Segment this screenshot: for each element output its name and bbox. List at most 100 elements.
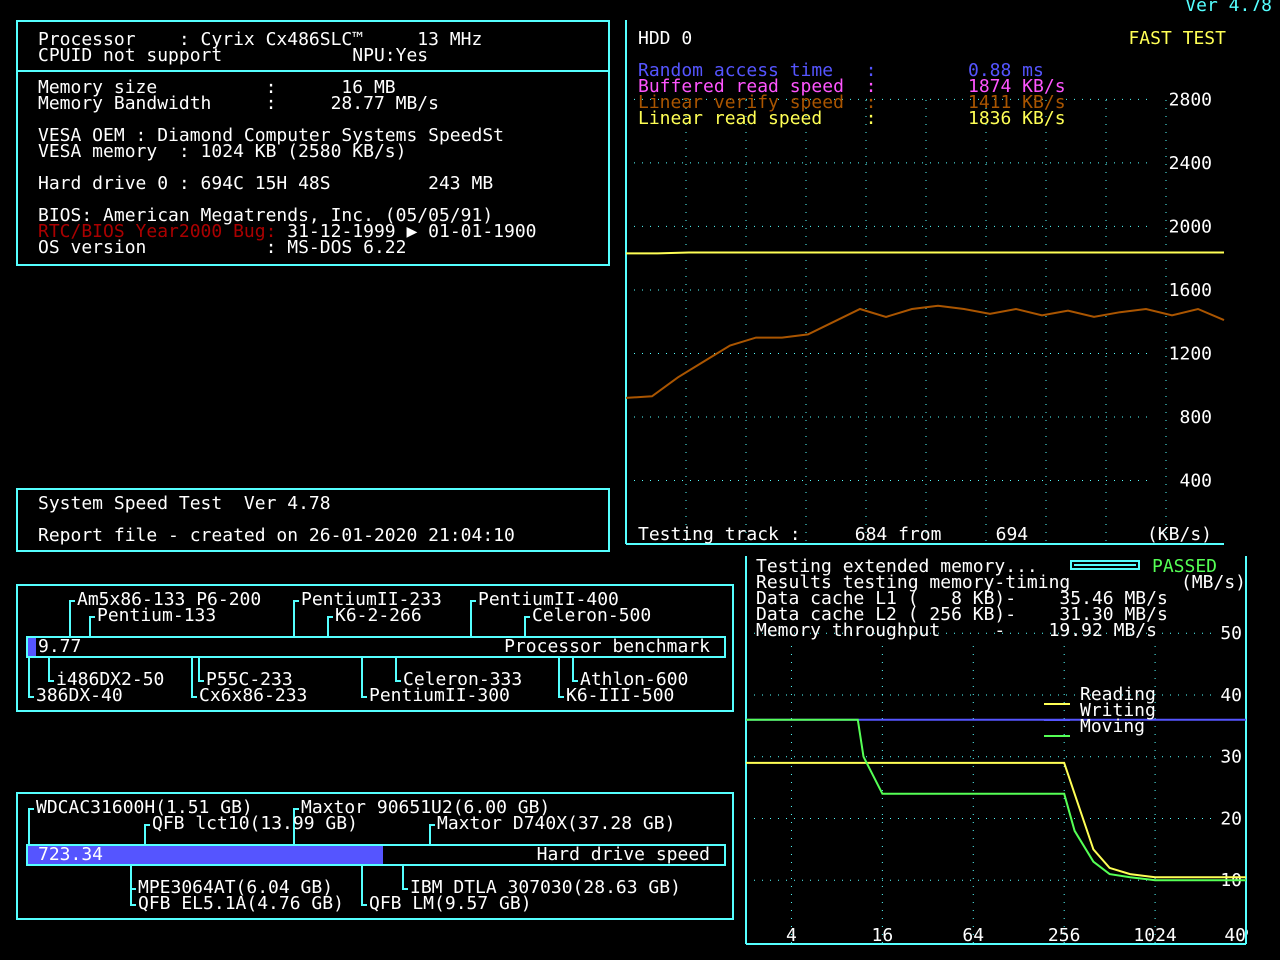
report-panel: System Speed Test Ver 4.78 Report file -… xyxy=(16,488,610,552)
cpu_bench-marker-tick xyxy=(558,696,564,698)
hdd_bench-marker-tick xyxy=(130,904,136,906)
hdd_bench-marker-tick xyxy=(28,808,34,810)
cpu_bench-marker-tick xyxy=(558,658,560,696)
hdd_bench-value: 723.34 xyxy=(38,844,104,865)
hdd_bench-marker-tick xyxy=(293,808,299,810)
cpu_bench-value: 9.77 xyxy=(38,636,82,657)
cpu_bench-marker-label: K6-2-266 xyxy=(335,605,422,626)
hdd-chart-panel: 2800 2400 2000 1600 1200 800 400 HDD 0 FAST TE… xyxy=(624,20,1230,548)
hdd_bench-bar-frame: 723.34 Hard drive speed xyxy=(26,844,726,866)
cpu_bench-label: Processor benchmark xyxy=(504,636,710,657)
cpu_bench-marker-tick xyxy=(572,658,574,680)
cpu_bench-marker-tick xyxy=(89,616,95,618)
testing-track: Testing track : 684 from 694 xyxy=(638,524,1029,545)
os-line: OS version : MS-DOS 6.22 xyxy=(38,237,407,258)
cpu-benchmark-scale: 9.77 Processor benchmark Am5x86-133 P6-200… xyxy=(26,586,726,710)
cpuid-line: CPUID not support NPU:Yes xyxy=(38,45,429,66)
cpu_bench-marker-label: Cx6x86-233 xyxy=(199,685,308,706)
report-title: System Speed Test Ver 4.78 xyxy=(38,493,331,514)
cpu_bench-marker-tick xyxy=(361,658,363,696)
hdd-legend-label: Linear read speed : xyxy=(638,108,877,129)
hdd-series-line xyxy=(626,251,1224,255)
hdd-series-line xyxy=(625,304,1225,399)
hdd_bench-marker-label: Maxtor D740X(37.28 GB) xyxy=(437,813,676,834)
memory-y-tick: 20 xyxy=(1220,808,1242,829)
hdd_bench-marker-tick xyxy=(361,866,363,904)
hdd_bench-marker-tick xyxy=(402,866,404,888)
cpu-benchmark-panel: 9.77 Processor benchmark Am5x86-133 P6-200… xyxy=(16,584,734,712)
hdd-legend-value: 1836 KB/s xyxy=(968,108,1066,129)
memory-throughput-line: Memory throughput - 19.92 MB/s xyxy=(756,620,1157,641)
hdd_bench-marker-label: QFB lct10(13.99 GB) xyxy=(152,813,358,834)
memory-series-line xyxy=(746,718,1246,882)
cpu_bench-marker-tick xyxy=(28,658,30,696)
hdd-y-tick: 2400 xyxy=(1169,153,1212,174)
cpu_bench-marker-tick xyxy=(191,696,197,698)
cpu_bench-marker-tick xyxy=(293,600,295,636)
memory-legend-swatch xyxy=(1044,719,1070,721)
memory-chart-panel: 50403020104166425610244096 Testing exten… xyxy=(744,556,1248,948)
memory-y-tick: 30 xyxy=(1220,747,1242,768)
memory-y-tick: 50 xyxy=(1220,623,1242,644)
hard-drive-line: Hard drive 0 : 694C 15H 48S 243 MB xyxy=(38,173,494,194)
cpu_bench-marker-tick xyxy=(395,680,401,682)
cpu_bench-marker-tick xyxy=(69,600,71,636)
cpu_bench-marker-label: K6-III-500 xyxy=(566,685,675,706)
hdd-benchmark-panel: 723.34 Hard drive speed WDCAC31600H(1.51 G… xyxy=(16,792,734,920)
hdd_bench-marker-label: QFB EL5.1A(4.76 GB) xyxy=(138,893,344,914)
memory-x-tick: 256 xyxy=(1048,925,1081,946)
cpu_bench-marker-tick xyxy=(327,616,329,636)
divider xyxy=(18,70,608,72)
hdd-y-tick: 800 xyxy=(1179,407,1212,428)
memory-y-tick: 40 xyxy=(1220,685,1242,706)
cpu_bench-marker-tick xyxy=(89,616,91,636)
hdd-unit: (KB/s) xyxy=(1146,524,1212,545)
vesa-memory-line: VESA memory : 1024 KB (2580 KB/s) xyxy=(38,141,407,162)
cpu_bench-bar-fill xyxy=(28,638,37,656)
report-created: Report file - created on 26-01-2020 21:0… xyxy=(38,525,515,546)
hdd_bench-marker-tick xyxy=(361,904,367,906)
cpu_bench-marker-tick xyxy=(198,658,200,680)
cpu_bench-marker-tick xyxy=(572,680,578,682)
hdd-chart-title: HDD 0 xyxy=(638,28,693,49)
cpu_bench-marker-tick xyxy=(470,600,472,636)
cpu_bench-marker-tick xyxy=(524,616,530,618)
cpu_bench-marker-tick xyxy=(69,600,75,602)
cpu_bench-marker-tick xyxy=(327,616,333,618)
cpu_bench-marker-tick xyxy=(524,616,526,636)
fast-test-label: FAST TEST xyxy=(1128,28,1226,49)
memory-x-tick: 4096 xyxy=(1224,925,1248,946)
memory-unit: (MB/s) xyxy=(1180,572,1246,593)
cpu_bench-marker-tick xyxy=(191,658,193,696)
memory-x-tick: 4 xyxy=(786,925,797,946)
cpu_bench-marker-tick xyxy=(361,696,367,698)
memory-legend-swatch xyxy=(1044,735,1070,737)
cpu_bench-marker-tick xyxy=(28,696,34,698)
hdd-y-tick: 400 xyxy=(1179,470,1212,491)
system-info-panel: Processor : Cyrix Cx486SLC™ 13 MHz CPUID… xyxy=(16,20,610,266)
hdd-y-tick: 2000 xyxy=(1169,216,1212,237)
hdd_bench-label: Hard drive speed xyxy=(536,844,710,865)
hdd_bench-marker-tick xyxy=(402,888,408,890)
hdd_bench-marker-tick xyxy=(130,866,132,904)
version-label: Ver 4.78 xyxy=(1185,0,1272,16)
hdd_bench-marker-tick xyxy=(28,808,30,844)
cpu_bench-marker-label: 386DX-40 xyxy=(36,685,123,706)
cpu_bench-marker-label: Celeron-500 xyxy=(532,605,652,626)
memory-x-tick: 16 xyxy=(872,925,894,946)
cpu_bench-marker-tick xyxy=(395,658,397,680)
hdd-y-tick: 1200 xyxy=(1169,343,1212,364)
memory-series-line xyxy=(746,761,1246,879)
cpu_bench-marker-label: PentiumII-300 xyxy=(369,685,510,706)
cpu_bench-marker-label: Pentium-133 xyxy=(97,605,217,626)
cpu_bench-marker-tick xyxy=(48,680,54,682)
cpu_bench-marker-tick xyxy=(198,680,204,682)
hdd_bench-marker-tick xyxy=(429,824,431,844)
hdd_bench-marker-tick xyxy=(429,824,435,826)
cpu_bench-marker-tick xyxy=(293,600,299,602)
memory-legend-swatch xyxy=(1044,703,1070,705)
memory-legend-label: Moving xyxy=(1080,716,1146,737)
hdd-y-tick: 1600 xyxy=(1169,280,1212,301)
cpu_bench-marker-tick xyxy=(48,658,50,680)
hdd-benchmark-scale: 723.34 Hard drive speed WDCAC31600H(1.51 G… xyxy=(26,794,726,918)
